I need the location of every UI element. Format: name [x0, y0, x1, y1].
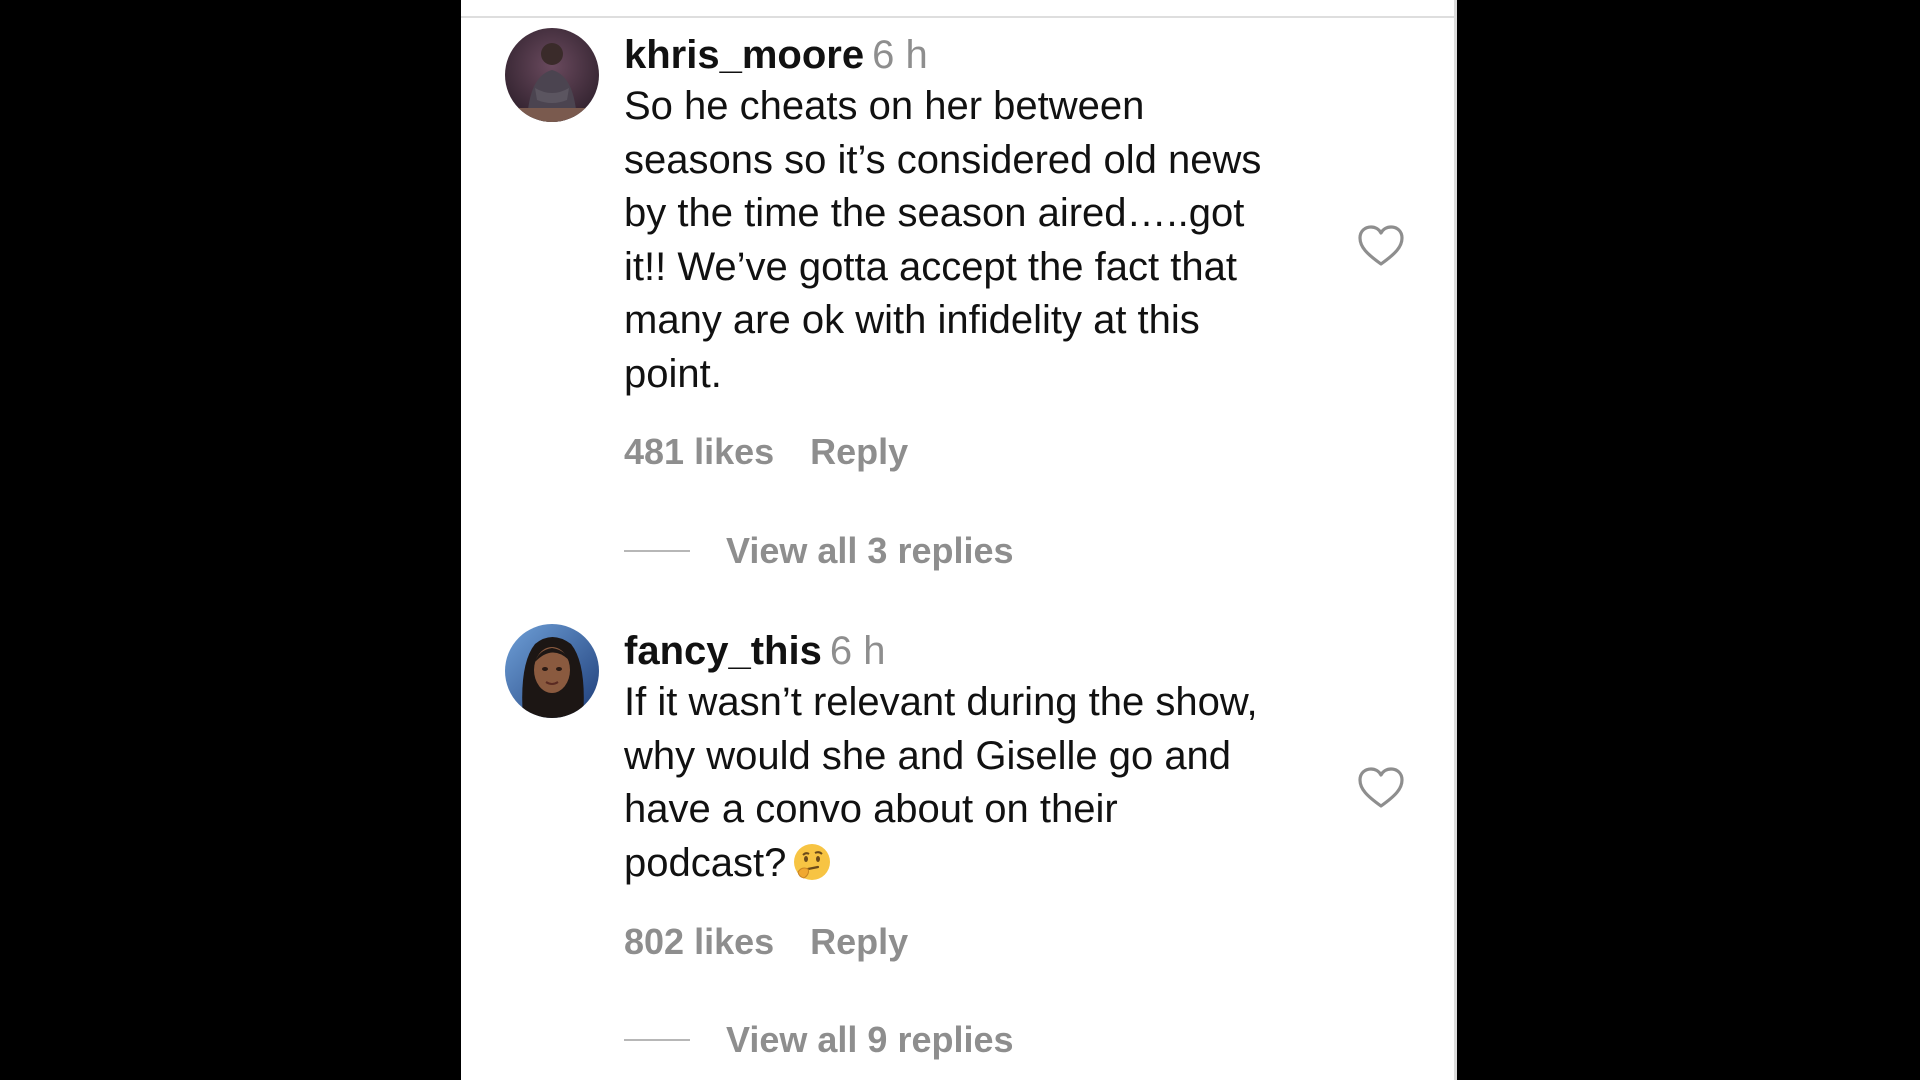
comment-body: khris_moore 6 h So he cheats on her betwe… — [624, 30, 1324, 401]
reply-button[interactable]: Reply — [810, 431, 908, 472]
comment-text: So he cheats on her between seasons so i… — [624, 80, 1324, 401]
heart-outline-icon[interactable] — [1357, 766, 1405, 810]
comment-text-line: seasons so it’s considered old news — [624, 137, 1262, 182]
comment-text-segment: podcast? — [624, 840, 787, 885]
likes-count[interactable]: 802 likes — [624, 921, 774, 962]
comment-text: If it wasn’t relevant during the show, w… — [624, 676, 1324, 896]
view-replies-label: View all 9 replies — [726, 1019, 1014, 1060]
comment-text-line: by the time the season aired…..got — [624, 191, 1245, 235]
timestamp: 6 h — [829, 629, 886, 673]
comment-header: khris_moore 6 h — [624, 30, 1324, 80]
username[interactable]: fancy_this — [624, 629, 822, 673]
replies-divider — [624, 550, 690, 552]
comment-text-line: why would she and Giselle go and — [624, 733, 1232, 778]
comment-text-line: So he cheats on her between — [624, 84, 1145, 128]
thinking-face-emoji-icon — [792, 842, 832, 897]
comment-text-line: have a convo about on their — [624, 787, 1118, 831]
username[interactable]: khris_moore — [624, 33, 864, 77]
comment-text-line: If it wasn’t relevant during the show, — [624, 680, 1258, 724]
avatar[interactable] — [505, 28, 599, 122]
heart-outline-icon[interactable] — [1357, 224, 1405, 268]
comments-panel: khris_moore 6 h So he cheats on her betwe… — [461, 0, 1457, 1080]
comment-header: fancy_this 6 h — [624, 626, 1324, 676]
comment-text-line: it!! We’ve gotta accept the fact that — [624, 244, 1237, 289]
comment-body: fancy_this 6 h If it wasn’t relevant duri… — [624, 626, 1324, 896]
comment-text-line: point. — [624, 351, 722, 396]
reply-button[interactable]: Reply — [810, 921, 908, 962]
view-replies-label: View all 3 replies — [726, 530, 1014, 571]
avatar[interactable] — [505, 624, 599, 718]
likes-count[interactable]: 481 likes — [624, 431, 774, 472]
divider — [461, 16, 1454, 18]
comment-text-line: many are ok with infidelity at this — [624, 298, 1200, 342]
replies-divider — [624, 1039, 690, 1041]
comment-text-line: podcast? — [624, 837, 1324, 897]
timestamp: 6 h — [872, 33, 928, 77]
comment-meta: 802 likes Reply — [624, 920, 908, 964]
comment-meta: 481 likes Reply — [624, 430, 908, 474]
